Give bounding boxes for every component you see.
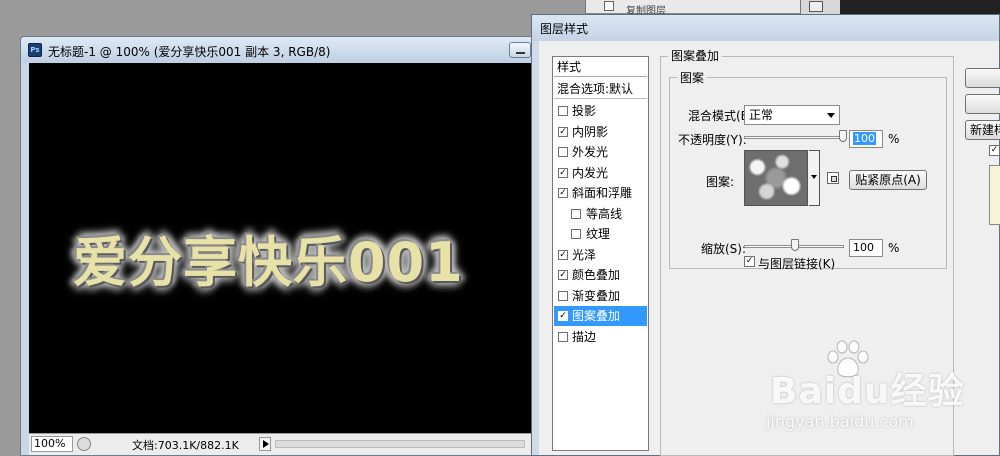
opacity-unit: % xyxy=(888,132,900,146)
opacity-label: 不透明度(Y): xyxy=(678,133,747,147)
pattern-label: 图案: xyxy=(706,175,735,189)
style-item-label: 纹理 xyxy=(586,227,611,241)
style-item[interactable]: 描边 xyxy=(554,326,647,347)
style-item-checkbox[interactable]: ✓ xyxy=(558,311,568,321)
background-dark-panel xyxy=(840,0,1000,14)
style-item-label: 内阴影 xyxy=(572,124,609,139)
new-preset-icon[interactable] xyxy=(827,172,839,184)
style-item-label: 斜面和浮雕 xyxy=(572,186,633,200)
background-layers-panel: 复制图层 xyxy=(585,0,800,17)
minimize-button[interactable] xyxy=(509,42,531,58)
style-item[interactable]: ✓ 内发光 xyxy=(554,162,647,183)
preview-check: ✓ xyxy=(990,145,999,155)
scale-input[interactable]: 100 xyxy=(849,239,883,257)
style-item[interactable]: 投影 xyxy=(554,101,647,121)
opacity-slider[interactable] xyxy=(744,136,844,139)
style-item-checkbox[interactable] xyxy=(558,331,568,342)
document-canvas[interactable]: 爱分享快乐001 xyxy=(29,63,533,433)
layer-visibility-checkbox[interactable] xyxy=(604,1,614,11)
scale-slider-handle[interactable] xyxy=(791,239,799,251)
layer-style-dialog: 图层样式 样式 混合选项:默认 投影 ✓ 内阴影外发光 ✓ 内发光 ✓ 斜面和浮雕等高线纹理… xyxy=(531,14,1000,456)
horizontal-scrollbar[interactable] xyxy=(275,440,525,448)
ok-button[interactable] xyxy=(965,68,1000,88)
background-side-panel xyxy=(800,0,840,14)
link-with-layer-label: 与图层链接(K) xyxy=(758,257,836,271)
document-window: Ps 无标题-1 @ 100% (爱分享快乐001 副本 3, RGB/8) 爱… xyxy=(20,36,540,456)
zoom-field[interactable]: 100% xyxy=(31,436,73,452)
style-item-checkbox[interactable] xyxy=(571,229,581,239)
style-item-checkbox[interactable]: ✓ xyxy=(558,188,568,198)
style-item-label: 内发光 xyxy=(572,165,609,180)
dialog-titlebar[interactable]: 图层样式 xyxy=(532,15,999,41)
style-item-label: 投影 xyxy=(572,104,597,118)
document-title: 无标题-1 @ 100% (爱分享快乐001 副本 3, RGB/8) xyxy=(48,45,331,59)
blend-mode-select[interactable]: 正常 xyxy=(744,105,840,125)
opacity-value: 100 xyxy=(853,132,876,145)
style-item-checkbox[interactable]: ✓ xyxy=(558,249,568,260)
style-preview-thumbnail xyxy=(989,165,1000,225)
style-item-label: 图案叠加 xyxy=(572,309,621,323)
styles-list: 样式 混合选项:默认 投影 ✓ 内阴影外发光 ✓ 内发光 ✓ 斜面和浮雕等高线纹理 ✓ 光泽 ✓ 颜… xyxy=(552,56,649,451)
opacity-slider-handle[interactable] xyxy=(839,130,847,142)
scale-label: 缩放(S): xyxy=(701,242,747,256)
style-item[interactable]: ✓ 内阴影 xyxy=(554,121,647,142)
style-item-checkbox[interactable]: ✓ xyxy=(558,126,568,137)
new-style-button[interactable]: 新建样式... xyxy=(965,120,1000,140)
group-title: 图案叠加 xyxy=(668,47,723,64)
style-item[interactable]: ✓ 光泽 xyxy=(554,244,647,265)
canvas-text-layer: 爱分享快乐001 xyxy=(73,231,464,294)
dialog-body: 样式 混合选项:默认 投影 ✓ 内阴影外发光 ✓ 内发光 ✓ 斜面和浮雕等高线纹理 ✓ 光泽 ✓ 颜… xyxy=(539,41,1000,456)
pattern-picker-swatch[interactable] xyxy=(744,150,808,206)
link-with-layer-checkbox[interactable]: ✓ xyxy=(744,256,755,267)
style-item[interactable]: ✓ 图案叠加 xyxy=(554,306,647,326)
play-icon[interactable] xyxy=(809,1,823,12)
document-titlebar[interactable]: Ps 无标题-1 @ 100% (爱分享快乐001 副本 3, RGB/8) xyxy=(21,37,539,63)
blending-options-item[interactable]: 混合选项:默认 xyxy=(554,79,647,99)
cancel-button[interactable] xyxy=(965,94,1000,114)
style-item-checkbox[interactable] xyxy=(558,106,568,116)
style-item-label: 等高线 xyxy=(586,206,623,221)
dialog-title: 图层样式 xyxy=(540,22,589,36)
style-item-checkbox[interactable] xyxy=(558,147,568,157)
link-with-layer-check: ✓ xyxy=(745,256,754,266)
document-statusbar: 100% 文档:703.1K/882.1K xyxy=(29,433,533,455)
document-size-info: 文档:703.1K/882.1K xyxy=(132,439,239,452)
chevron-down-icon xyxy=(827,113,835,118)
style-item-label: 颜色叠加 xyxy=(572,268,621,282)
style-item-checkbox[interactable] xyxy=(558,290,568,301)
style-item-label: 光泽 xyxy=(572,247,597,262)
preview-checkbox[interactable]: ✓ xyxy=(989,145,1000,156)
style-item-label: 描边 xyxy=(572,329,597,344)
style-item-checkbox[interactable] xyxy=(571,208,581,219)
subgroup-title: 图案 xyxy=(677,69,708,86)
style-item-checkbox[interactable]: ✓ xyxy=(558,167,568,178)
scale-value: 100 xyxy=(853,241,874,254)
style-item-label: 外发光 xyxy=(572,145,609,159)
style-item[interactable]: ✓ 斜面和浮雕 xyxy=(554,183,647,203)
pattern-dropdown-button[interactable] xyxy=(809,150,820,206)
style-item[interactable]: 等高线 xyxy=(554,203,647,224)
blend-mode-value: 正常 xyxy=(749,108,774,122)
style-item-checkbox[interactable]: ✓ xyxy=(558,270,568,280)
status-menu-arrow-icon[interactable] xyxy=(259,437,271,451)
styles-header[interactable]: 样式 xyxy=(554,58,647,77)
style-item[interactable]: 纹理 xyxy=(554,224,647,244)
opacity-input[interactable]: 100 xyxy=(849,130,883,148)
navigator-icon[interactable] xyxy=(77,437,91,451)
photoshop-app-icon: Ps xyxy=(28,43,42,57)
snap-to-origin-button[interactable]: 贴紧原点(A) xyxy=(849,170,927,190)
scale-unit: % xyxy=(888,241,900,255)
style-item[interactable]: ✓ 颜色叠加 xyxy=(554,265,647,285)
style-item-label: 渐变叠加 xyxy=(572,288,621,303)
style-item[interactable]: 渐变叠加 xyxy=(554,285,647,306)
style-item[interactable]: 外发光 xyxy=(554,142,647,162)
